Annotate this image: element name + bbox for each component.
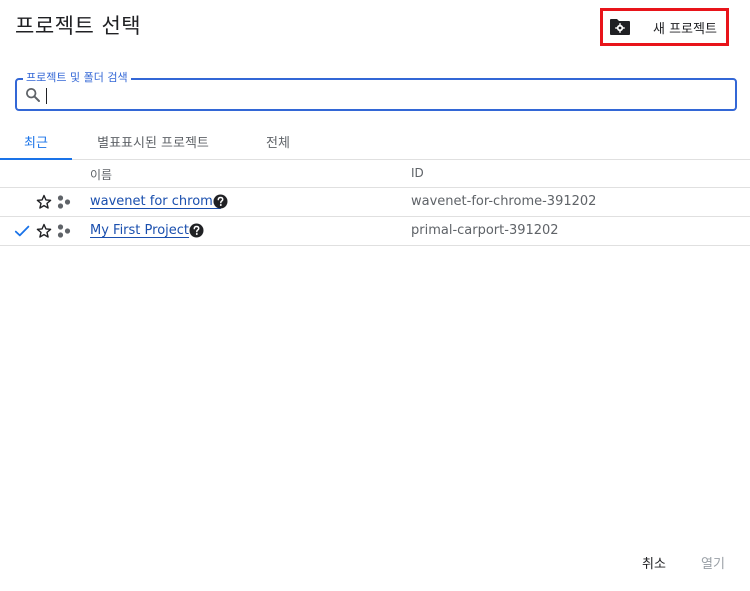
project-tree-icon [57, 195, 71, 209]
text-cursor [46, 88, 47, 104]
checkmark-icon [14, 225, 30, 237]
dialog-title: 프로젝트 선택 [15, 14, 142, 38]
tab-all[interactable]: 전체 [254, 123, 302, 159]
star-outline-icon[interactable] [36, 194, 52, 210]
folder-settings-icon [610, 19, 630, 35]
help-circle-icon[interactable] [213, 194, 228, 209]
table-row[interactable]: wavenet for chrome wavenet-for-chrome-39… [0, 188, 750, 217]
column-header-name[interactable]: 이름 [90, 166, 112, 183]
project-name-link[interactable]: wavenet for chrome [90, 194, 221, 209]
project-id: primal-carport-391202 [411, 223, 559, 238]
help-circle-icon[interactable] [189, 223, 204, 238]
search-icon [25, 87, 40, 102]
search-input[interactable] [45, 84, 725, 106]
project-table: 이름 ID wavenet for chrome wavenet-for-chr… [0, 160, 750, 246]
select-project-dialog: 프로젝트 선택 새 프로젝트 프로젝트 및 폴더 검색 최근 별표표시된 프로젝… [0, 0, 750, 591]
project-tree-icon [57, 224, 71, 238]
project-id: wavenet-for-chrome-391202 [411, 194, 597, 209]
table-row[interactable]: My First Project primal-carport-391202 [0, 217, 750, 246]
new-project-label: 새 프로젝트 [653, 21, 717, 37]
tab-starred[interactable]: 별표표시된 프로젝트 [80, 123, 226, 159]
new-project-button[interactable]: 새 프로젝트 [600, 8, 729, 46]
tab-recent[interactable]: 최근 [0, 123, 72, 160]
star-outline-icon[interactable] [36, 223, 52, 239]
tab-bar: 최근 별표표시된 프로젝트 전체 [0, 123, 750, 160]
open-button[interactable]: 열기 [701, 553, 725, 572]
column-header-id[interactable]: ID [411, 166, 424, 180]
search-field[interactable]: 프로젝트 및 폴더 검색 [15, 71, 737, 111]
cancel-button[interactable]: 취소 [642, 553, 666, 572]
table-header: 이름 ID [0, 160, 750, 188]
project-name-link[interactable]: My First Project [90, 223, 189, 238]
search-field-label: 프로젝트 및 폴더 검색 [23, 71, 131, 85]
